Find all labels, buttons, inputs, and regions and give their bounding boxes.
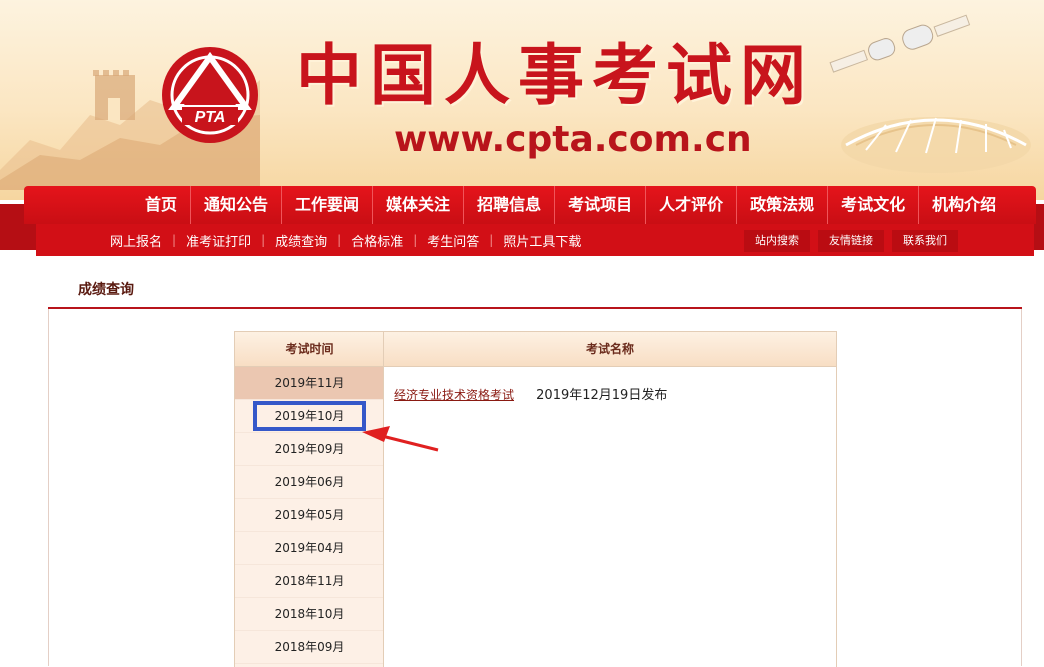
exam-date-item[interactable]: 2018年10月 — [235, 598, 384, 631]
subnav-faq[interactable]: 考生问答 — [417, 231, 489, 250]
nav-item-exam-culture[interactable]: 考试文化 — [828, 186, 920, 224]
page-title: 成绩查询 — [78, 282, 134, 298]
panel-border-left — [48, 309, 49, 666]
nav-item-exam-projects[interactable]: 考试项目 — [555, 186, 647, 224]
exam-date-label: 2019年11月 — [274, 376, 345, 390]
exam-publish-date: 2019年12月19日发布 — [536, 388, 668, 403]
nav-item-home[interactable]: 首页 — [132, 186, 192, 224]
subnav-score-query[interactable]: 成绩查询 — [265, 231, 337, 250]
primary-nav-items: 首页 通知公告 工作要闻 媒体关注 招聘信息 考试项目 人才评价 政策法规 考试… — [132, 186, 1009, 224]
nav-item-talent-evaluation[interactable]: 人才评价 — [646, 186, 738, 224]
annotation-arrow-icon — [362, 426, 439, 452]
exam-entry: 经济专业技术资格考试 2019年12月19日发布 — [394, 384, 667, 403]
exam-name-column: 考试名称 经济专业技术资格考试 2019年12月19日发布 — [383, 331, 837, 667]
nav-item-media[interactable]: 媒体关注 — [373, 186, 465, 224]
secondary-nav-buttons: 站内搜索 友情链接 联系我们 — [744, 230, 966, 252]
panel-border-right — [1021, 309, 1022, 666]
nav-item-notices[interactable]: 通知公告 — [191, 186, 283, 224]
stadium-illustration — [841, 117, 1031, 173]
subnav-online-registration[interactable]: 网上报名 — [100, 231, 172, 250]
exam-date-list: 2019年11月 2019年10月 2019年09月 2019年06月 2019… — [235, 367, 384, 664]
site-search-button[interactable]: 站内搜索 — [744, 230, 810, 252]
satellite-illustration — [829, 14, 971, 73]
logo-text: PTA — [195, 109, 226, 126]
exam-date-label: 2018年09月 — [274, 640, 345, 654]
score-query-table: 考试时间 2019年11月 2019年10月 2019年09月 2019年06月… — [234, 331, 837, 667]
site-url: www.cpta.com.cn — [394, 119, 752, 160]
exam-date-item[interactable]: 2019年11月 — [235, 367, 384, 400]
nav-item-about[interactable]: 机构介绍 — [919, 186, 1009, 224]
main-navigation: 首页 通知公告 工作要闻 媒体关注 招聘信息 考试项目 人才评价 政策法规 考试… — [0, 186, 1044, 256]
secondary-nav-items: 网上报名 | 准考证打印 | 成绩查询 | 合格标准 | 考生问答 | 照片工具… — [100, 224, 591, 256]
subnav-admission-ticket[interactable]: 准考证打印 — [176, 231, 261, 250]
exam-date-item[interactable]: 2018年09月 — [235, 631, 384, 664]
exam-name-link[interactable]: 经济专业技术资格考试 — [394, 388, 514, 402]
exam-name-header: 考试名称 — [384, 332, 836, 367]
nav-item-policies[interactable]: 政策法规 — [737, 186, 829, 224]
exam-date-label-highlighted: 2019年10月 — [252, 401, 367, 431]
subnav-pass-standard[interactable]: 合格标准 — [341, 231, 413, 250]
primary-nav-bar: 首页 通知公告 工作要闻 媒体关注 招聘信息 考试项目 人才评价 政策法规 考试… — [24, 186, 1036, 224]
heading-divider — [48, 307, 1022, 309]
friendly-links-button[interactable]: 友情链接 — [818, 230, 884, 252]
exam-date-header: 考试时间 — [235, 332, 384, 367]
site-title: 中国人事考试网 — [296, 37, 814, 114]
exam-date-label: 2019年09月 — [274, 442, 345, 456]
exam-date-label: 2018年10月 — [274, 607, 345, 621]
exam-date-item[interactable]: 2018年11月 — [235, 565, 384, 598]
exam-date-label: 2019年04月 — [274, 541, 345, 555]
secondary-nav-bar: 网上报名 | 准考证打印 | 成绩查询 | 合格标准 | 考生问答 | 照片工具… — [36, 224, 1034, 256]
pta-logo: PTA — [162, 47, 258, 143]
exam-date-label: 2019年05月 — [274, 508, 345, 522]
exam-date-item[interactable]: 2019年05月 — [235, 499, 384, 532]
subnav-photo-tool[interactable]: 照片工具下载 — [493, 231, 591, 250]
exam-date-item[interactable]: 2019年06月 — [235, 466, 384, 499]
site-banner: PTA 中国人事考试网 www.cpta.com.cn — [0, 0, 1044, 200]
contact-us-button[interactable]: 联系我们 — [892, 230, 958, 252]
exam-date-label: 2018年11月 — [274, 574, 345, 588]
nav-item-work-news[interactable]: 工作要闻 — [282, 186, 374, 224]
exam-date-item[interactable]: 2019年04月 — [235, 532, 384, 565]
exam-date-column: 考试时间 2019年11月 2019年10月 2019年09月 2019年06月… — [234, 331, 385, 667]
nav-item-recruitment[interactable]: 招聘信息 — [464, 186, 556, 224]
exam-date-label: 2019年06月 — [274, 475, 345, 489]
